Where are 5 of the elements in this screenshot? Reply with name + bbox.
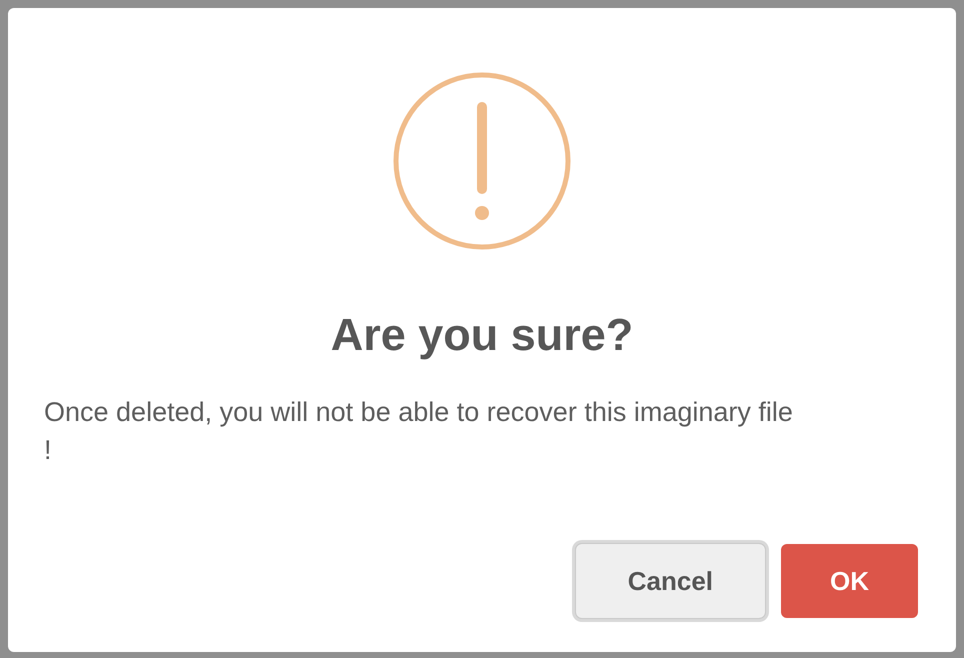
ok-button[interactable]: OK	[781, 544, 918, 618]
dialog-title: Are you sure?	[330, 312, 634, 357]
cancel-button[interactable]: Cancel	[576, 544, 765, 618]
warning-icon	[393, 72, 571, 250]
dialog-message: Once deleted, you will not be able to recover this imaginary file !	[44, 396, 794, 467]
